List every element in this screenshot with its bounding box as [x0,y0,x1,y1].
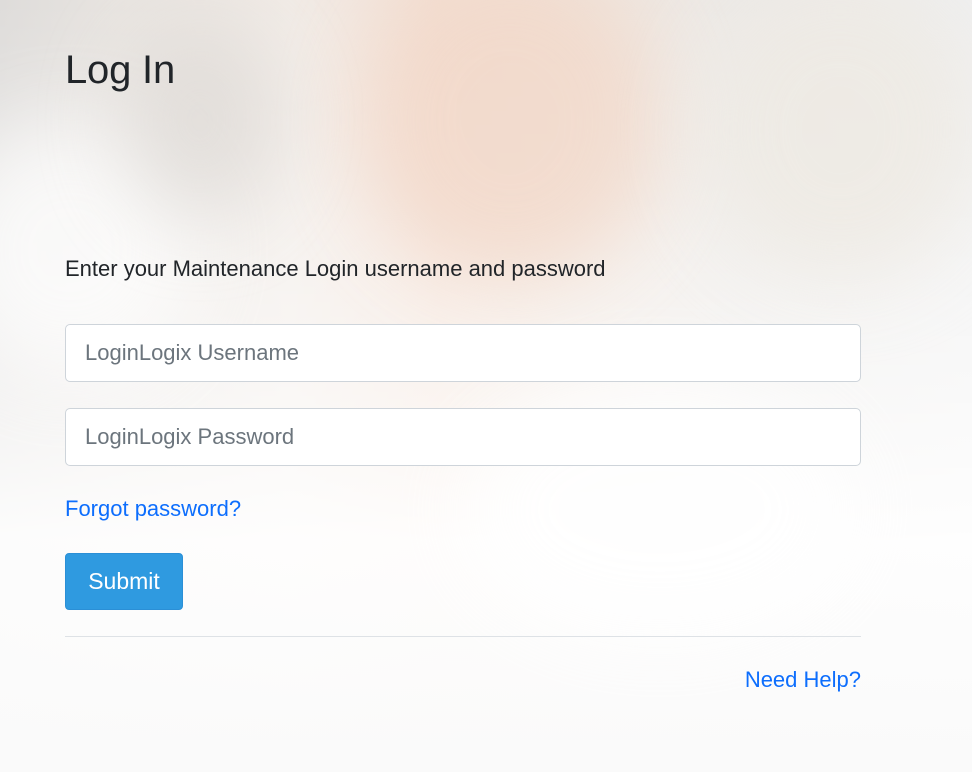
username-input[interactable] [65,324,861,382]
background-image [0,0,972,772]
page-title: Log In [65,48,176,92]
submit-button[interactable]: Submit [65,553,183,610]
password-input[interactable] [65,408,861,466]
forgot-password-link[interactable]: Forgot password? [65,496,241,522]
need-help-link[interactable]: Need Help? [745,667,861,693]
divider [65,636,861,637]
login-instructions: Enter your Maintenance Login username an… [65,256,606,281]
